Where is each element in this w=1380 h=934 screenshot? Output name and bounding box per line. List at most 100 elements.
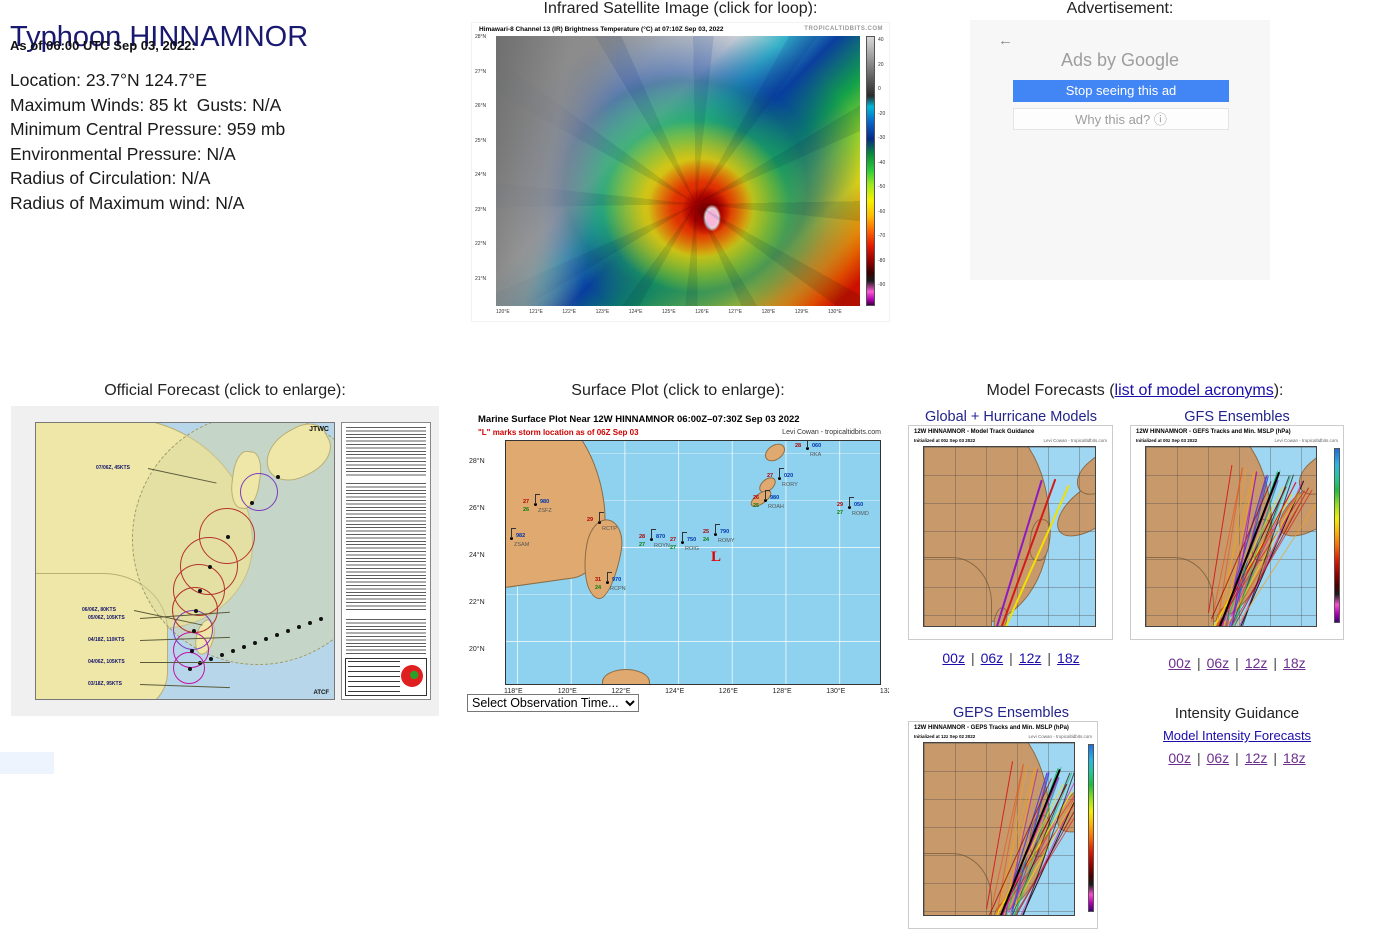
station-dewpoint: 27 (639, 542, 646, 548)
back-arrow-icon[interactable]: ← (998, 32, 1013, 49)
cycle-link-18z[interactable]: 18z (1283, 750, 1306, 766)
station-pressure: 970 (612, 577, 622, 583)
cycle-link-18z[interactable]: 18z (1283, 655, 1306, 671)
station-pressure: 050 (854, 502, 864, 508)
satellite-lon-tick: 124°E (628, 309, 643, 315)
station-temperature: 29 (837, 502, 844, 508)
surface-lon-tick: 124°E (665, 688, 685, 695)
surface-plot-title: Marine Surface Plot Near 12W HINNAMNOR 0… (478, 414, 800, 425)
past-track-point (286, 629, 290, 633)
cycle-link-00z[interactable]: 00z (1168, 655, 1191, 671)
infrared-satellite-image[interactable]: Himawari-8 Channel 13 (IR) Brightness Te… (471, 22, 890, 322)
wind-barb-icon (607, 572, 612, 582)
satellite-lon-tick: 129°E (794, 309, 809, 315)
panel-heading-geps-ensembles: GEPS Ensembles (952, 705, 1070, 721)
why-this-ad-button[interactable]: Why this ad? ⓘ (1013, 108, 1229, 130)
intensity-link-wrapper: Model Intensity Forecasts (1130, 727, 1344, 745)
station-dewpoint: 24 (703, 537, 710, 543)
stat-radius-circulation: Radius of Circulation: N/A (10, 168, 211, 188)
link-separator: | (1273, 655, 1278, 671)
model-acronyms-link[interactable]: list of model acronyms (1115, 382, 1274, 399)
station-pressure: 980 (770, 495, 780, 501)
link-separator: | (1273, 750, 1278, 766)
surface-plot-image[interactable]: Marine Surface Plot Near 12W HINNAMNOR 0… (467, 406, 889, 718)
stop-seeing-ad-button[interactable]: Stop seeing this ad (1013, 80, 1229, 102)
satellite-lat-tick: 21°N (475, 275, 487, 282)
station-dewpoint: 27 (670, 545, 677, 551)
past-track-point (242, 645, 246, 649)
station-dewpoint: 25 (753, 503, 760, 509)
satellite-colorbar-tick: -40 (878, 159, 886, 166)
station-id: RKA (810, 452, 822, 458)
satellite-lon-tick: 122°E (562, 309, 577, 315)
stat-location: Location: 23.7°N 124.7°E (10, 70, 207, 90)
ads-by-google-label: Ads by Google (1060, 50, 1180, 70)
thumb-map (923, 742, 1075, 916)
wind-barb-icon (779, 468, 784, 478)
station-pressure: 750 (687, 537, 697, 543)
panel-heading-global-models: Global + Hurricane Models (924, 409, 1098, 425)
panel-heading-intensity-guidance: Intensity Guidance (1174, 705, 1300, 722)
cycle-link-18z[interactable]: 18z (1057, 650, 1080, 666)
official-forecast-image[interactable]: 07/06Z, 45KTS 06/06Z, 80KTS 05/06Z, 105KTS… (11, 406, 439, 716)
cycle-link-00z[interactable]: 00z (942, 650, 965, 666)
satellite-colorbar-tick: -90 (878, 282, 886, 288)
forecast-time-label: 04/18Z, 110KTS (88, 637, 125, 643)
station-temperature: 28 (795, 443, 802, 449)
station-id: ZSFZ (538, 508, 552, 514)
station-id: RORY (782, 482, 798, 488)
cycle-link-00z[interactable]: 00z (1168, 750, 1191, 766)
satellite-land-mask (496, 36, 616, 306)
satellite-lon-tick: 123°E (595, 309, 610, 315)
model-intensity-forecasts-link[interactable]: Model Intensity Forecasts (1163, 728, 1311, 743)
station-id: ROAH (768, 504, 784, 510)
past-track-point (275, 633, 279, 637)
cycle-link-06z[interactable]: 06z (1207, 655, 1230, 671)
station-id: ZSAM (514, 542, 530, 548)
past-track-point (264, 637, 268, 641)
past-track-point (253, 641, 257, 645)
thumb-map (923, 446, 1096, 627)
station-pressure: 982 (516, 533, 526, 539)
station-temperature: 28 (639, 534, 646, 540)
station-temperature: 27 (767, 473, 774, 479)
cycle-link-12z[interactable]: 12z (1245, 655, 1268, 671)
satellite-caption: Infrared Satellite Image (click for loop… (543, 0, 818, 17)
cyclone-symbol-icon (401, 665, 423, 687)
forecast-time-label: 06/06Z, 80KTS (82, 607, 116, 613)
forecast-track-point (192, 629, 196, 633)
warning-header-text (346, 427, 426, 477)
station-pressure: 060 (812, 443, 822, 449)
surface-lat-tick: 28°N (469, 458, 485, 465)
forecast-track-point (190, 649, 194, 653)
thumb-credit: Levi Cowan - tropicaltidbits.com (1274, 438, 1338, 443)
low-pressure-marker: L (711, 549, 722, 565)
observation-time-select[interactable]: Select Observation Time... (467, 694, 639, 712)
advertisement-panel[interactable]: ← Ads by Google Stop seeing this ad Why … (970, 20, 1270, 280)
cycle-link-12z[interactable]: 12z (1245, 750, 1268, 766)
forecast-track-point (194, 609, 198, 613)
link-separator: | (1196, 750, 1201, 766)
past-track-point (220, 653, 224, 657)
forecast-time-label: 05/06Z, 105KTS (88, 615, 125, 621)
official-forecast-caption: Official Forecast (click to enlarge): (104, 382, 346, 399)
cycle-link-12z[interactable]: 12z (1019, 650, 1042, 666)
forecast-label-leader (140, 662, 230, 663)
satellite-lon-tick: 127°E (728, 309, 743, 315)
satellite-lat-tick: 25°N (475, 137, 487, 144)
cycle-link-06z[interactable]: 06z (981, 650, 1004, 666)
warning-station-table (346, 483, 426, 611)
cycle-link-06z[interactable]: 06z (1207, 750, 1230, 766)
satellite-colorbar-tick: -80 (878, 257, 886, 264)
page-footer-placeholder (0, 752, 54, 774)
model-thumb-global-models[interactable]: 12W HINNAMNOR - Model Track Guidance Ini… (908, 425, 1113, 640)
forecast-time-label: 03/18Z, 95KTS (88, 681, 122, 687)
forecast-track-point (188, 667, 192, 671)
model-thumb-gfs-ensembles[interactable]: 12W HINNAMNOR - GEFS Tracks and Min. MSL… (1130, 425, 1344, 640)
satellite-colorbar-tick: 40 (878, 37, 884, 43)
model-thumb-geps-ensembles[interactable]: 12W HINNAMNOR - GEPS Tracks and Min. MSL… (908, 721, 1098, 929)
link-separator: | (1235, 655, 1239, 671)
jtwc-warning-text-panel (341, 422, 431, 700)
satellite-colorbar-tick: 20 (878, 61, 884, 68)
satellite-lon-tick: 126°E (695, 309, 709, 315)
